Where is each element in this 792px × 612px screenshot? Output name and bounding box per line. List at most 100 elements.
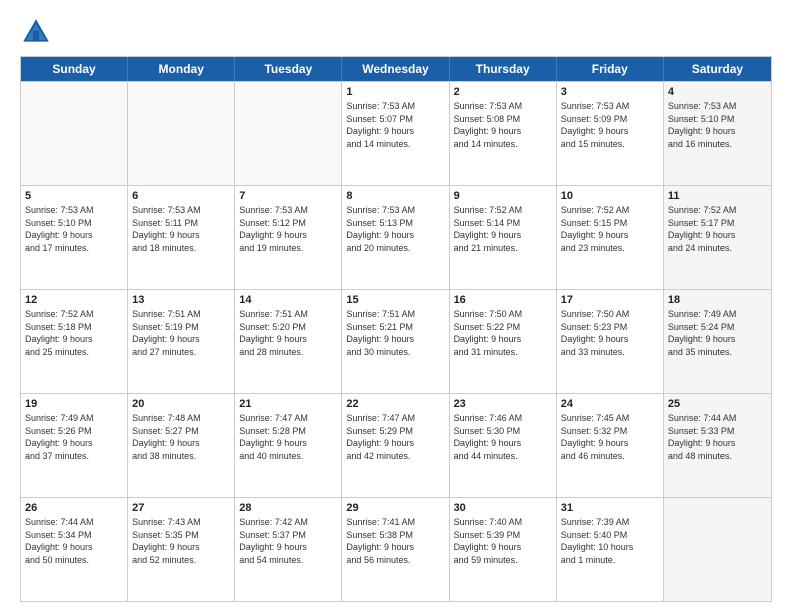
cell-text: Sunrise: 7:52 AM Sunset: 5:15 PM Dayligh… [561, 205, 630, 253]
calendar-cell-day-10: 10Sunrise: 7:52 AM Sunset: 5:15 PM Dayli… [557, 186, 664, 289]
calendar-cell-day-20: 20Sunrise: 7:48 AM Sunset: 5:27 PM Dayli… [128, 394, 235, 497]
day-number: 13 [132, 293, 230, 308]
calendar-cell-day-7: 7Sunrise: 7:53 AM Sunset: 5:12 PM Daylig… [235, 186, 342, 289]
cell-text: Sunrise: 7:43 AM Sunset: 5:35 PM Dayligh… [132, 517, 201, 565]
day-number: 8 [346, 189, 444, 204]
logo-icon [20, 16, 52, 48]
day-number: 24 [561, 397, 659, 412]
calendar-row-0: 1Sunrise: 7:53 AM Sunset: 5:07 PM Daylig… [21, 81, 771, 185]
calendar-cell-empty [21, 82, 128, 185]
day-number: 16 [454, 293, 552, 308]
calendar-cell-day-17: 17Sunrise: 7:50 AM Sunset: 5:23 PM Dayli… [557, 290, 664, 393]
cell-text: Sunrise: 7:52 AM Sunset: 5:17 PM Dayligh… [668, 205, 737, 253]
calendar-cell-day-18: 18Sunrise: 7:49 AM Sunset: 5:24 PM Dayli… [664, 290, 771, 393]
calendar-cell-day-31: 31Sunrise: 7:39 AM Sunset: 5:40 PM Dayli… [557, 498, 664, 601]
logo [20, 16, 56, 48]
cell-text: Sunrise: 7:53 AM Sunset: 5:07 PM Dayligh… [346, 101, 415, 149]
day-number: 27 [132, 501, 230, 516]
cell-text: Sunrise: 7:39 AM Sunset: 5:40 PM Dayligh… [561, 517, 634, 565]
weekday-header-thursday: Thursday [450, 57, 557, 81]
day-number: 22 [346, 397, 444, 412]
calendar-cell-day-23: 23Sunrise: 7:46 AM Sunset: 5:30 PM Dayli… [450, 394, 557, 497]
day-number: 12 [25, 293, 123, 308]
calendar-cell-day-12: 12Sunrise: 7:52 AM Sunset: 5:18 PM Dayli… [21, 290, 128, 393]
cell-text: Sunrise: 7:42 AM Sunset: 5:37 PM Dayligh… [239, 517, 308, 565]
cell-text: Sunrise: 7:41 AM Sunset: 5:38 PM Dayligh… [346, 517, 415, 565]
cell-text: Sunrise: 7:51 AM Sunset: 5:20 PM Dayligh… [239, 309, 308, 357]
day-number: 1 [346, 85, 444, 100]
cell-text: Sunrise: 7:51 AM Sunset: 5:21 PM Dayligh… [346, 309, 415, 357]
calendar-cell-day-8: 8Sunrise: 7:53 AM Sunset: 5:13 PM Daylig… [342, 186, 449, 289]
cell-text: Sunrise: 7:46 AM Sunset: 5:30 PM Dayligh… [454, 413, 523, 461]
day-number: 25 [668, 397, 767, 412]
weekday-header-sunday: Sunday [21, 57, 128, 81]
calendar-cell-day-26: 26Sunrise: 7:44 AM Sunset: 5:34 PM Dayli… [21, 498, 128, 601]
cell-text: Sunrise: 7:49 AM Sunset: 5:26 PM Dayligh… [25, 413, 94, 461]
cell-text: Sunrise: 7:53 AM Sunset: 5:10 PM Dayligh… [668, 101, 737, 149]
cell-text: Sunrise: 7:52 AM Sunset: 5:14 PM Dayligh… [454, 205, 523, 253]
calendar: SundayMondayTuesdayWednesdayThursdayFrid… [20, 56, 772, 602]
day-number: 23 [454, 397, 552, 412]
day-number: 31 [561, 501, 659, 516]
calendar-header: SundayMondayTuesdayWednesdayThursdayFrid… [21, 57, 771, 81]
calendar-cell-day-3: 3Sunrise: 7:53 AM Sunset: 5:09 PM Daylig… [557, 82, 664, 185]
header [20, 16, 772, 48]
cell-text: Sunrise: 7:48 AM Sunset: 5:27 PM Dayligh… [132, 413, 201, 461]
day-number: 19 [25, 397, 123, 412]
calendar-row-4: 26Sunrise: 7:44 AM Sunset: 5:34 PM Dayli… [21, 497, 771, 601]
calendar-row-1: 5Sunrise: 7:53 AM Sunset: 5:10 PM Daylig… [21, 185, 771, 289]
day-number: 26 [25, 501, 123, 516]
day-number: 9 [454, 189, 552, 204]
day-number: 14 [239, 293, 337, 308]
cell-text: Sunrise: 7:50 AM Sunset: 5:22 PM Dayligh… [454, 309, 523, 357]
cell-text: Sunrise: 7:53 AM Sunset: 5:12 PM Dayligh… [239, 205, 308, 253]
calendar-cell-day-13: 13Sunrise: 7:51 AM Sunset: 5:19 PM Dayli… [128, 290, 235, 393]
weekday-header-saturday: Saturday [664, 57, 771, 81]
weekday-header-monday: Monday [128, 57, 235, 81]
cell-text: Sunrise: 7:53 AM Sunset: 5:09 PM Dayligh… [561, 101, 630, 149]
calendar-cell-day-27: 27Sunrise: 7:43 AM Sunset: 5:35 PM Dayli… [128, 498, 235, 601]
calendar-cell-day-30: 30Sunrise: 7:40 AM Sunset: 5:39 PM Dayli… [450, 498, 557, 601]
cell-text: Sunrise: 7:50 AM Sunset: 5:23 PM Dayligh… [561, 309, 630, 357]
calendar-body: 1Sunrise: 7:53 AM Sunset: 5:07 PM Daylig… [21, 81, 771, 601]
day-number: 3 [561, 85, 659, 100]
calendar-cell-day-14: 14Sunrise: 7:51 AM Sunset: 5:20 PM Dayli… [235, 290, 342, 393]
day-number: 30 [454, 501, 552, 516]
calendar-cell-day-22: 22Sunrise: 7:47 AM Sunset: 5:29 PM Dayli… [342, 394, 449, 497]
calendar-cell-day-16: 16Sunrise: 7:50 AM Sunset: 5:22 PM Dayli… [450, 290, 557, 393]
calendar-cell-empty [664, 498, 771, 601]
day-number: 4 [668, 85, 767, 100]
calendar-cell-day-1: 1Sunrise: 7:53 AM Sunset: 5:07 PM Daylig… [342, 82, 449, 185]
cell-text: Sunrise: 7:44 AM Sunset: 5:33 PM Dayligh… [668, 413, 737, 461]
day-number: 20 [132, 397, 230, 412]
calendar-cell-day-25: 25Sunrise: 7:44 AM Sunset: 5:33 PM Dayli… [664, 394, 771, 497]
weekday-header-tuesday: Tuesday [235, 57, 342, 81]
day-number: 11 [668, 189, 767, 204]
cell-text: Sunrise: 7:53 AM Sunset: 5:11 PM Dayligh… [132, 205, 201, 253]
day-number: 5 [25, 189, 123, 204]
calendar-cell-day-28: 28Sunrise: 7:42 AM Sunset: 5:37 PM Dayli… [235, 498, 342, 601]
calendar-cell-day-29: 29Sunrise: 7:41 AM Sunset: 5:38 PM Dayli… [342, 498, 449, 601]
day-number: 15 [346, 293, 444, 308]
cell-text: Sunrise: 7:45 AM Sunset: 5:32 PM Dayligh… [561, 413, 630, 461]
cell-text: Sunrise: 7:47 AM Sunset: 5:28 PM Dayligh… [239, 413, 308, 461]
day-number: 21 [239, 397, 337, 412]
calendar-cell-day-19: 19Sunrise: 7:49 AM Sunset: 5:26 PM Dayli… [21, 394, 128, 497]
calendar-cell-day-11: 11Sunrise: 7:52 AM Sunset: 5:17 PM Dayli… [664, 186, 771, 289]
day-number: 7 [239, 189, 337, 204]
day-number: 6 [132, 189, 230, 204]
cell-text: Sunrise: 7:53 AM Sunset: 5:10 PM Dayligh… [25, 205, 94, 253]
calendar-cell-empty [128, 82, 235, 185]
calendar-cell-day-4: 4Sunrise: 7:53 AM Sunset: 5:10 PM Daylig… [664, 82, 771, 185]
calendar-cell-day-9: 9Sunrise: 7:52 AM Sunset: 5:14 PM Daylig… [450, 186, 557, 289]
day-number: 10 [561, 189, 659, 204]
cell-text: Sunrise: 7:53 AM Sunset: 5:13 PM Dayligh… [346, 205, 415, 253]
day-number: 29 [346, 501, 444, 516]
calendar-row-2: 12Sunrise: 7:52 AM Sunset: 5:18 PM Dayli… [21, 289, 771, 393]
day-number: 2 [454, 85, 552, 100]
cell-text: Sunrise: 7:44 AM Sunset: 5:34 PM Dayligh… [25, 517, 94, 565]
calendar-cell-day-2: 2Sunrise: 7:53 AM Sunset: 5:08 PM Daylig… [450, 82, 557, 185]
cell-text: Sunrise: 7:51 AM Sunset: 5:19 PM Dayligh… [132, 309, 201, 357]
cell-text: Sunrise: 7:40 AM Sunset: 5:39 PM Dayligh… [454, 517, 523, 565]
calendar-cell-day-15: 15Sunrise: 7:51 AM Sunset: 5:21 PM Dayli… [342, 290, 449, 393]
